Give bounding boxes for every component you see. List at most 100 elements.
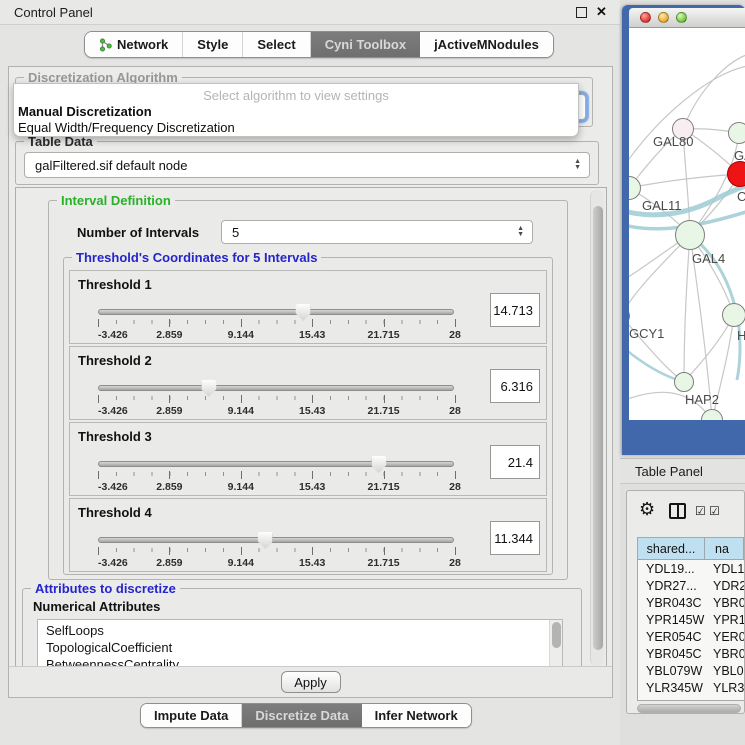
threshold-row: Threshold 1 -3.4262.8599.14415.4321.7152… (69, 270, 547, 344)
numerical-attributes-label: Numerical Attributes (33, 599, 160, 614)
node-table: shared... na YDL19...YDL1 YDR27...YDR2 Y… (637, 537, 744, 701)
threshold-label: Threshold 3 (78, 429, 152, 444)
threshold-value-field[interactable]: 21.4 (490, 445, 540, 479)
table-row[interactable]: YER054CYER0 (638, 628, 744, 645)
right-region: GAL80 GA C GAL11 GAL4 GCY1 H HAP2 Table … (620, 0, 745, 745)
node-label: GAL11 (642, 198, 682, 213)
table-row[interactable]: YPR145WYPR1 (638, 611, 744, 628)
slider-ticks (98, 547, 455, 556)
threshold-label: Threshold 2 (78, 353, 152, 368)
tab-discretize-data[interactable]: Discretize Data (242, 704, 361, 727)
tab-network[interactable]: Network (85, 32, 183, 57)
vertical-scrollbar[interactable] (590, 190, 604, 666)
table-row[interactable]: YDR27...YDR2 (638, 577, 744, 594)
node-label: C (737, 189, 745, 204)
gear-icon[interactable]: ⚙ (639, 499, 655, 520)
threshold-slider[interactable] (98, 385, 454, 391)
table-panel-header: Table Panel (620, 458, 745, 484)
number-of-intervals-value: 5 (232, 225, 239, 240)
close-icon[interactable]: ✕ (596, 4, 607, 20)
vertical-scrollbar-thumb[interactable] (593, 206, 603, 650)
minimize-traffic-light-icon[interactable] (658, 12, 669, 23)
number-of-intervals-label: Number of Intervals (77, 225, 199, 240)
table-panel-window: ⚙ ☑ ☑ shared... na YDL19...YDL1 YDR27...… (626, 490, 745, 714)
threshold-value-field[interactable]: 6.316 (490, 369, 540, 403)
slider-scale-labels: -3.4262.8599.14415.4321.71528 (98, 557, 455, 569)
list-item[interactable]: TopologicalCoefficient (38, 639, 562, 656)
panel-title: Control Panel (14, 5, 93, 20)
algorithm-dropdown-popup: Select algorithm to view settings Manual… (13, 83, 579, 137)
network-window-titlebar (629, 8, 745, 28)
float-window-icon[interactable] (576, 7, 587, 18)
network-node[interactable] (722, 303, 745, 327)
threshold-slider[interactable] (98, 537, 454, 543)
slider-scale-labels: -3.4262.8599.14415.4321.71528 (98, 405, 455, 417)
zoom-traffic-light-icon[interactable] (676, 12, 687, 23)
table-row[interactable]: YBL079WYBL0 (638, 662, 744, 679)
control-panel: Control Panel ✕ Network Style Select Cyn… (0, 0, 620, 745)
dropdown-option-manual[interactable]: Manual Discretization (18, 104, 152, 119)
threshold-value-field[interactable]: 14.713 (490, 293, 540, 327)
threshold-label: Threshold 1 (78, 277, 152, 292)
interval-definition-group: Interval Definition Number of Intervals … (48, 200, 568, 580)
node-label: GCY1 (629, 326, 664, 341)
list-scrollbar[interactable] (549, 620, 562, 667)
node-label: GAL80 (653, 134, 693, 149)
slider-ticks (98, 471, 455, 480)
table-data-group: Table Data galFiltered.sif default node … (15, 141, 599, 185)
top-tab-bar: Network Style Select Cyni Toolbox jActiv… (84, 31, 554, 58)
tab-impute-data[interactable]: Impute Data (141, 704, 242, 727)
thresholds-group: Threshold's Coordinates for 5 Intervals … (63, 257, 553, 575)
network-node[interactable] (674, 372, 694, 392)
threshold-slider[interactable] (98, 309, 454, 315)
network-canvas[interactable]: GAL80 GA C GAL11 GAL4 GCY1 H HAP2 (629, 28, 745, 420)
slider-ticks (98, 319, 455, 328)
table-panel-title: Table Panel (635, 464, 703, 479)
threshold-value-field[interactable]: 11.344 (490, 521, 540, 555)
table-row[interactable]: YDL19...YDL1 (638, 560, 744, 577)
threshold-slider[interactable] (98, 461, 454, 467)
node-label: H (737, 328, 745, 343)
network-node[interactable] (675, 220, 705, 250)
dropdown-option-equal-width[interactable]: Equal Width/Frequency Discretization (18, 120, 235, 135)
tab-jactivemnodules[interactable]: jActiveMNodules (420, 32, 553, 57)
threshold-label: Threshold 4 (78, 505, 152, 520)
attributes-group-title: Attributes to discretize (31, 581, 180, 596)
number-of-intervals-combobox[interactable]: 5 ▲▼ (221, 220, 533, 244)
checkbox-icon[interactable]: ☑ (709, 504, 720, 518)
combo-arrows-icon: ▲▼ (517, 221, 524, 243)
apply-button[interactable]: Apply (281, 671, 341, 693)
columns-icon[interactable] (669, 503, 686, 519)
horizontal-scrollbar-thumb[interactable] (637, 704, 741, 713)
tab-cyni-toolbox[interactable]: Cyni Toolbox (311, 32, 420, 57)
list-scrollbar-thumb[interactable] (552, 622, 561, 648)
column-header[interactable]: shared... (638, 538, 705, 560)
threshold-row: Threshold 2 -3.4262.8599.14415.4321.7152… (69, 346, 547, 420)
settings-scrollpane: Interval Definition Number of Intervals … (15, 187, 607, 669)
slider-ticks (98, 395, 455, 404)
tab-infer-network[interactable]: Infer Network (362, 704, 471, 727)
node-label: GA (734, 148, 745, 163)
tab-select[interactable]: Select (243, 32, 310, 57)
close-traffic-light-icon[interactable] (640, 12, 651, 23)
table-data-combobox[interactable]: galFiltered.sif default node ▲▼ (24, 152, 590, 178)
network-icon (99, 38, 112, 52)
table-row[interactable]: YBR043CYBR0 (638, 594, 744, 611)
cyni-content-panel: Discretization Algorithm ▲▼ Select algor… (8, 66, 613, 698)
threshold-row: Threshold 4 -3.4262.8599.14415.4321.7152… (69, 498, 547, 572)
dropdown-hint: Select algorithm to view settings (14, 88, 578, 103)
checkbox-icon[interactable]: ☑ (695, 504, 706, 518)
combo-arrows-icon: ▲▼ (574, 153, 581, 177)
table-row[interactable]: YLR345WYLR3 (638, 679, 744, 696)
tab-style[interactable]: Style (183, 32, 243, 57)
column-header[interactable]: na (705, 538, 744, 560)
network-node[interactable] (728, 122, 745, 144)
attributes-listbox[interactable]: SelfLoops TopologicalCoefficient Between… (37, 619, 563, 668)
control-panel-titlebar: Control Panel ✕ (0, 0, 620, 25)
table-row[interactable]: YBR045CYBR0 (638, 645, 744, 662)
slider-scale-labels: -3.4262.8599.14415.4321.71528 (98, 329, 455, 341)
list-item[interactable]: SelfLoops (38, 620, 562, 639)
table-data-value: galFiltered.sif default node (35, 158, 187, 173)
table-row[interactable]: YIL052CYIL0 (638, 696, 744, 701)
node-label: HAP2 (685, 392, 719, 407)
